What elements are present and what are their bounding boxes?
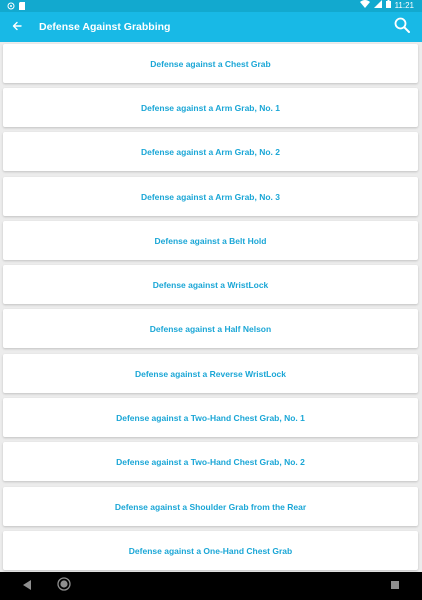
home-circle-icon (57, 576, 71, 596)
back-button[interactable] (9, 19, 25, 35)
list-item[interactable]: Defense against a Two-Hand Chest Grab, N… (3, 398, 418, 437)
list-item[interactable]: Defense against a Chest Grab (3, 44, 418, 83)
nav-recents-button[interactable] (388, 579, 402, 593)
search-button[interactable] (392, 17, 412, 37)
list-item-label: Defense against a Reverse WristLock (134, 368, 287, 379)
list-item[interactable]: Defense against a WristLock (3, 265, 418, 304)
status-left-icons (7, 0, 29, 12)
status-time: 11:21 (394, 1, 414, 10)
list-item-label: Defense against a Arm Grab, No. 2 (140, 146, 281, 157)
list-item-label: Defense against a Arm Grab, No. 1 (140, 102, 281, 113)
sd-card-icon (19, 2, 25, 10)
arrow-back-icon (12, 18, 22, 36)
settings-circle-icon (7, 2, 15, 10)
list-item-label: Defense against a Belt Hold (154, 235, 267, 246)
status-bar: 11:21 (0, 0, 422, 12)
nav-back-button[interactable] (20, 579, 34, 593)
list-item-label: Defense against a WristLock (152, 279, 269, 290)
signal-icon (373, 0, 382, 12)
list-item[interactable]: Defense against a One-Hand Chest Grab (3, 531, 418, 570)
recents-square-icon (390, 577, 400, 595)
page-title: Defense Against Grabbing (39, 21, 171, 33)
wifi-icon (359, 0, 370, 12)
battery-icon (385, 0, 391, 12)
list-item-label: Defense against a Two-Hand Chest Grab, N… (116, 456, 305, 467)
back-triangle-icon (22, 577, 32, 595)
list-item[interactable]: Defense against a Shoulder Grab from the… (3, 487, 418, 526)
system-nav-bar (0, 572, 422, 600)
technique-list: Defense against a Chest Grab Defense aga… (0, 42, 422, 572)
list-item[interactable]: Defense against a Two-Hand Chest Grab, N… (3, 442, 418, 481)
nav-home-button[interactable] (57, 576, 71, 596)
list-item[interactable]: Defense against a Arm Grab, No. 3 (3, 177, 418, 216)
list-item[interactable]: Defense against a Half Nelson (3, 309, 418, 348)
status-right-icons: 11:21 (359, 0, 414, 12)
list-item[interactable]: Defense against a Belt Hold (3, 221, 418, 260)
list-item-label: Defense against a Chest Grab (150, 58, 271, 69)
list-item[interactable]: Defense against a Reverse WristLock (3, 354, 418, 393)
list-item[interactable]: Defense against a Arm Grab, No. 2 (3, 132, 418, 171)
list-item-label: Defense against a Half Nelson (149, 323, 272, 334)
list-item-label: Defense against a Arm Grab, No. 3 (140, 191, 281, 202)
list-item[interactable]: Defense against a Arm Grab, No. 1 (3, 88, 418, 127)
list-item-label: Defense against a One-Hand Chest Grab (128, 545, 293, 556)
list-item-label: Defense against a Shoulder Grab from the… (114, 501, 307, 512)
search-icon (394, 17, 410, 38)
list-item-label: Defense against a Two-Hand Chest Grab, N… (116, 412, 305, 423)
app-bar: Defense Against Grabbing (0, 12, 422, 42)
